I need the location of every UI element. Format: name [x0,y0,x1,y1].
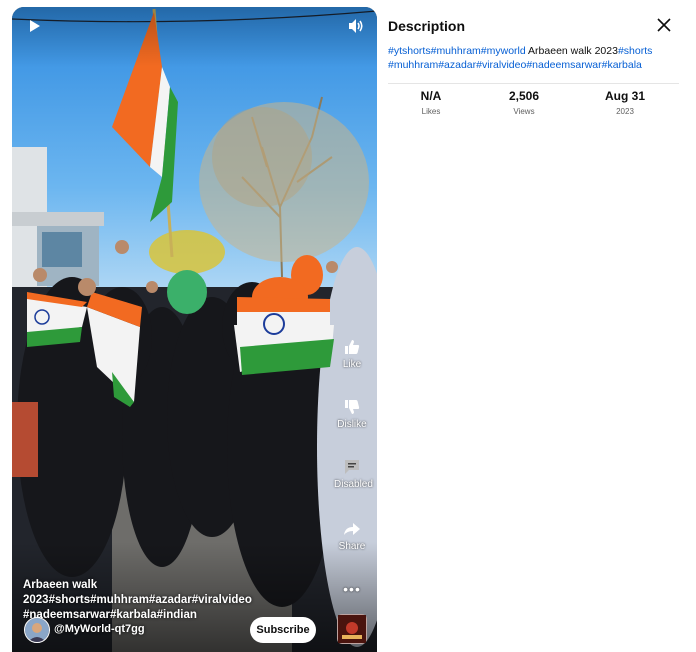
stat-views: 2,506 Views [479,89,569,116]
avatar-image-icon [25,618,49,642]
comment-icon [345,460,359,474]
volume-icon[interactable] [347,17,365,35]
play-icon[interactable] [26,18,42,34]
date-value: Aug 31 [604,89,645,103]
share-label: Share [338,541,366,552]
comments-button[interactable]: Disabled [334,457,373,490]
divider [388,83,679,84]
caption-hashtags[interactable]: #shorts#muhhram#azadar#viralvideo #nadee… [23,594,252,621]
more-icon: ••• [343,581,361,597]
panel-title: Description [388,18,466,34]
stat-date: Aug 31 2023 [580,89,670,116]
likes-label: Likes [421,107,441,116]
views-value: 2,506 [508,89,540,103]
description-plain-text: Arbaeen walk 2023 [525,45,618,57]
dislike-button[interactable]: Dislike [334,397,370,430]
sound-thumbnail[interactable] [337,614,367,644]
views-label: Views [513,107,535,116]
share-button[interactable]: Share [334,519,370,552]
close-icon[interactable] [656,17,672,33]
thumbs-down-icon [345,400,360,414]
description-panel: Description #ytshorts#muhhram#myworld Ar… [378,7,690,652]
subscribe-button[interactable]: Subscribe [250,617,316,643]
share-icon [344,523,360,535]
hashtag-link-group[interactable]: #ytshorts#muhhram#myworld [388,45,526,57]
top-gradient [12,7,377,67]
comments-label: Disabled [334,479,373,490]
year-label: 2023 [616,107,634,116]
channel-avatar[interactable] [24,617,50,643]
like-label: Like [342,359,362,370]
sound-image-icon [338,615,366,643]
hashtag-link-shorts[interactable]: #shorts [618,45,652,57]
dislike-label: Dislike [337,419,367,430]
short-video-player[interactable]: Like Dislike Disabled Share ••• Arbaeen … [12,7,377,652]
description-text: #ytshorts#muhhram#myworld Arbaeen walk 2… [388,44,678,72]
hashtag-link-group-2[interactable]: #muhhram#azadar#viralvideo#nadeemsarwar#… [388,59,642,71]
like-button[interactable]: Like [334,337,370,370]
likes-value: N/A [420,89,442,103]
more-options-button[interactable]: ••• [334,581,370,597]
channel-name[interactable]: @MyWorld-qt7gg [54,623,145,635]
thumbs-up-icon [345,340,360,354]
stat-likes: N/A Likes [386,89,476,116]
